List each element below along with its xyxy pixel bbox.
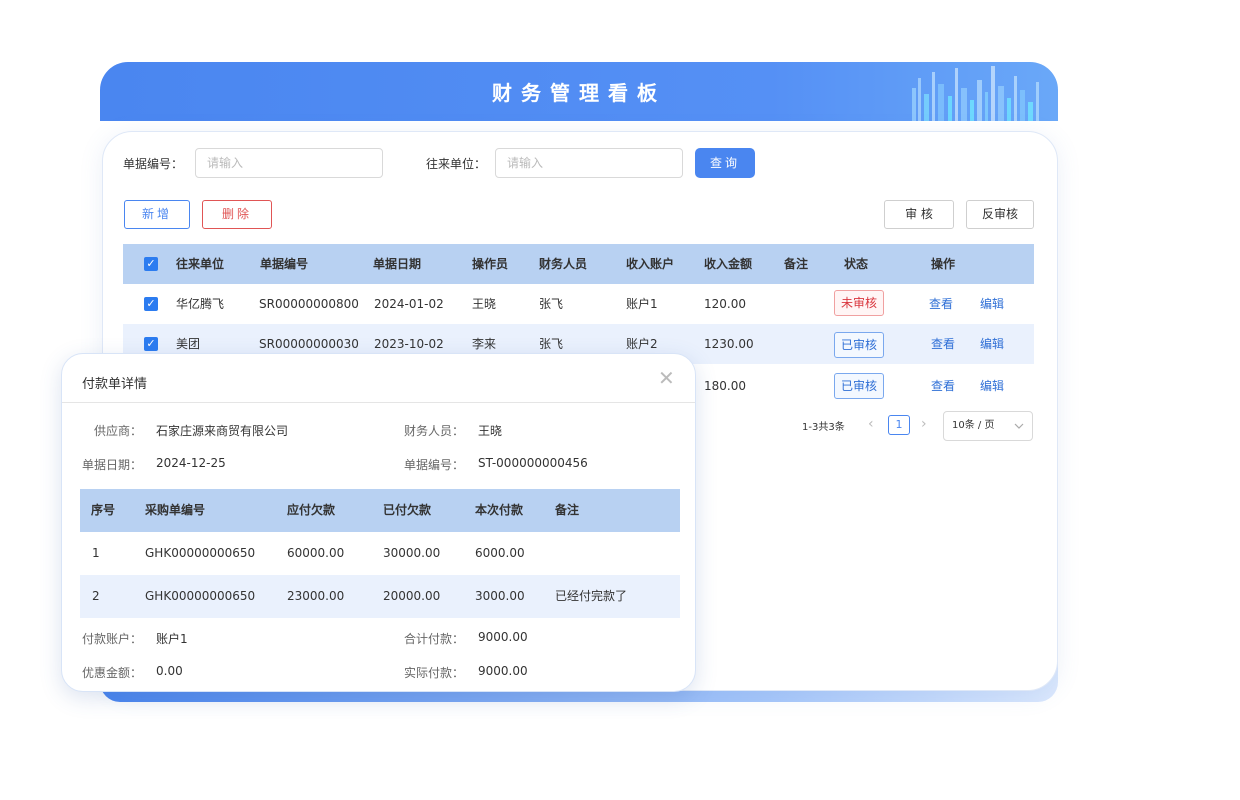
column-header: 操作员 xyxy=(472,257,509,271)
decorative-bars-icon xyxy=(912,66,1039,121)
no-cell: 2 xyxy=(92,589,100,603)
discount-label-text: 优惠金额： xyxy=(82,666,143,680)
status-badge: 未审核 xyxy=(834,290,884,316)
column-header: 采购单编号 xyxy=(145,503,206,517)
page-size-value: 10条 / 页 xyxy=(952,420,995,431)
paid-cell: 20000.00 xyxy=(383,589,441,603)
amount-cell: 120.00 xyxy=(704,297,746,311)
finance-value: 王晓 xyxy=(478,424,503,438)
payable-cell: 60000.00 xyxy=(287,546,345,560)
account-cell: 账户1 xyxy=(626,297,658,311)
doc-no-cell: SR00000000800 xyxy=(259,297,359,311)
doc-no-value: ST-000000000456 xyxy=(478,456,588,470)
no-cell: 1 xyxy=(92,546,100,560)
page-size-select[interactable]: 10条 / 页 xyxy=(943,411,1033,441)
view-link[interactable]: 查看 xyxy=(931,366,955,406)
po-cell: GHK00000000650 xyxy=(145,546,256,560)
doc-no-label: 单据编号： xyxy=(123,157,184,171)
unaudit-button[interactable]: 反审核 xyxy=(966,200,1034,229)
audit-button[interactable]: 审 核 xyxy=(884,200,954,229)
po-cell: GHK00000000650 xyxy=(145,589,256,603)
account-value: 账户1 xyxy=(156,632,188,646)
row-checkbox[interactable]: ✓ xyxy=(144,297,158,311)
view-link[interactable]: 查看 xyxy=(929,284,953,324)
remark-cell: 已经付完款了 xyxy=(555,589,628,603)
account-label: 付款账户： xyxy=(82,630,142,647)
total-label-text: 合计付款： xyxy=(404,632,465,646)
query-button[interactable]: 查询 xyxy=(695,148,755,178)
total-label: 合计付款： xyxy=(404,630,464,647)
add-button[interactable]: 新增 xyxy=(124,200,190,229)
column-header: 财务人员 xyxy=(539,257,588,271)
delete-button[interactable]: 删除 xyxy=(202,200,272,229)
row-checkbox[interactable]: ✓ xyxy=(144,337,158,351)
page-number[interactable]: 1 xyxy=(888,415,910,435)
doc-no-label: 单据编号： xyxy=(404,456,464,473)
payment-detail-modal: 付款单详情 ✕ 供应商： 石家庄源来商贸有限公司 财务人员： 王晓 单据日期： … xyxy=(61,353,696,692)
discount-label: 优惠金额： xyxy=(82,664,142,681)
actual-label-text: 实际付款： xyxy=(404,666,465,680)
column-header: 收入金额 xyxy=(704,257,753,271)
pagination-summary: 1-3共3条 xyxy=(802,422,845,433)
date-cell: 2024-01-02 xyxy=(374,297,444,311)
supplier-label: 供应商： xyxy=(94,424,143,438)
discount-value: 0.00 xyxy=(156,664,183,678)
column-header: 操作 xyxy=(931,257,956,271)
status-badge: 已审核 xyxy=(834,332,884,358)
doc-no-label-text: 单据编号： xyxy=(404,458,465,472)
board-header: 财务管理看板 xyxy=(100,62,1058,121)
column-header: 备注 xyxy=(784,257,809,271)
actual-label: 实际付款： xyxy=(404,664,464,681)
table-header: ✓ 往来单位 单据编号 单据日期 操作员 财务人员 收入账户 收入金额 备注 状… xyxy=(123,244,1034,284)
modal-title: 付款单详情 xyxy=(82,377,148,392)
date-value: 2024-12-25 xyxy=(156,456,226,470)
column-header: 序号 xyxy=(91,503,116,517)
payable-cell: 23000.00 xyxy=(287,589,345,603)
finance-label-text: 财务人员： xyxy=(404,424,465,438)
finance-label: 财务人员： xyxy=(404,422,464,439)
table-row: 2 GHK00000000650 23000.00 20000.00 3000.… xyxy=(80,575,680,618)
column-header: 往来单位 xyxy=(176,257,225,271)
partner-input[interactable]: 请输入 xyxy=(495,148,683,178)
amount-cell: 180.00 xyxy=(704,379,746,393)
finance-cell: 张飞 xyxy=(539,297,564,311)
select-all-checkbox[interactable]: ✓ xyxy=(144,257,158,271)
date-label-text: 单据日期： xyxy=(82,458,143,472)
prev-page-icon[interactable]: ‹ xyxy=(868,416,874,432)
next-page-icon[interactable]: › xyxy=(921,416,927,432)
current-cell: 6000.00 xyxy=(475,546,525,560)
table-row[interactable]: ✓ 华亿腾飞 SR00000000800 2024-01-02 王晓 张飞 账户… xyxy=(123,284,1034,324)
amount-cell: 1230.00 xyxy=(704,337,754,351)
close-icon[interactable]: ✕ xyxy=(658,366,675,390)
column-header: 单据日期 xyxy=(373,257,422,271)
paid-cell: 30000.00 xyxy=(383,546,441,560)
edit-link[interactable]: 编辑 xyxy=(980,284,1004,324)
column-header: 应付欠款 xyxy=(287,503,336,517)
column-header: 备注 xyxy=(555,503,580,517)
table-row: 1 GHK00000000650 60000.00 30000.00 6000.… xyxy=(80,532,680,575)
supplier-value: 石家庄源来商贸有限公司 xyxy=(156,424,289,438)
current-cell: 3000.00 xyxy=(475,589,525,603)
column-header: 收入账户 xyxy=(626,257,675,271)
status-badge: 已审核 xyxy=(834,373,884,399)
column-header: 本次付款 xyxy=(475,503,524,517)
table-header: 序号 采购单编号 应付欠款 已付欠款 本次付款 备注 xyxy=(80,489,680,532)
edit-link[interactable]: 编辑 xyxy=(980,366,1004,406)
column-header: 已付欠款 xyxy=(383,503,432,517)
actual-value: 9000.00 xyxy=(478,664,528,678)
chevron-down-icon xyxy=(1014,423,1024,429)
modal-divider xyxy=(62,402,695,403)
operator-cell: 王晓 xyxy=(472,297,497,311)
view-link[interactable]: 查看 xyxy=(931,324,955,364)
partner-label: 往来单位： xyxy=(426,157,487,171)
column-header: 单据编号 xyxy=(260,257,309,271)
column-header: 状态 xyxy=(844,257,869,271)
supplier-field: 供应商： xyxy=(94,422,142,439)
account-label-text: 付款账户： xyxy=(82,632,143,646)
partner-cell: 华亿腾飞 xyxy=(176,297,225,311)
edit-link[interactable]: 编辑 xyxy=(980,324,1004,364)
date-label: 单据日期： xyxy=(82,456,142,473)
total-value: 9000.00 xyxy=(478,630,528,644)
doc-no-input[interactable]: 请输入 xyxy=(195,148,383,178)
